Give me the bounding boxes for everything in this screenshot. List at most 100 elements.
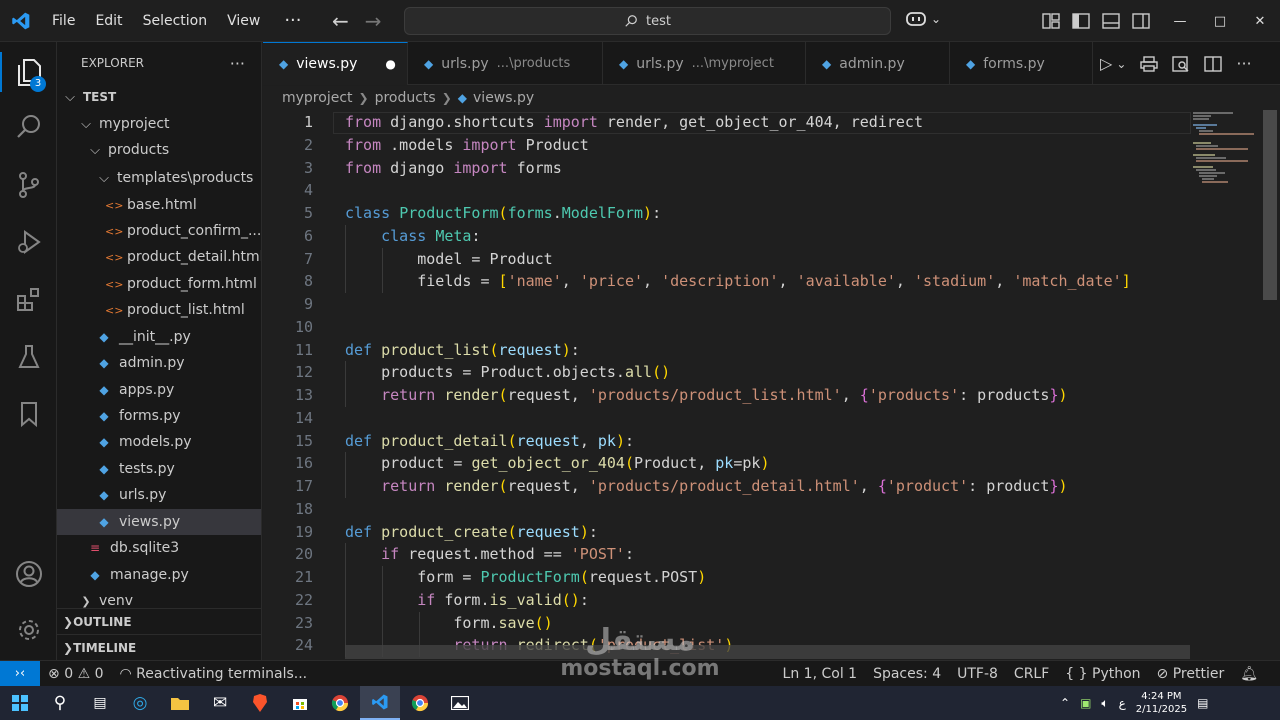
settings-gear-icon[interactable] [0,606,57,654]
tray-chevron-up-icon[interactable]: ⌃ [1060,696,1070,710]
file-explorer-icon[interactable] [160,686,200,720]
windows-start-icon[interactable] [0,686,40,720]
tree-item[interactable]: <> product_detail.html [57,244,261,270]
end-of-line[interactable]: CRLF [1006,666,1057,682]
tree-item[interactable]: ⌵ TEST [57,84,261,110]
tab-forms-py[interactable]: ◆ forms.py [950,42,1093,85]
unsaved-dot-icon[interactable]: ● [385,57,395,71]
code-line[interactable]: 23 form.save() [263,612,1193,635]
code-line[interactable]: 15 def product_detail(request, pk): [263,430,1193,453]
photos-icon[interactable] [440,686,480,720]
account-icon[interactable] [0,550,57,598]
tree-item[interactable]: ◆ urls.py [57,482,261,508]
search-icon[interactable] [0,103,57,151]
tree-item[interactable]: ◆ __init__.py [57,324,261,350]
close-icon[interactable]: ✕ [1240,14,1280,29]
code-line[interactable]: 7 model = Product [263,248,1193,271]
bookmarks-icon[interactable] [0,390,57,438]
chrome-icon[interactable] [320,686,360,720]
code-line[interactable]: 22 if form.is_valid(): [263,589,1193,612]
code-line[interactable]: 11 def product_list(request): [263,339,1193,362]
split-editor-icon[interactable] [1204,55,1223,72]
tree-item[interactable]: ⌵ templates\products [57,165,261,191]
tab-views-py[interactable]: ◆ views.py ● [263,42,408,85]
code-line[interactable]: 6 class Meta: [263,225,1193,248]
network-icon[interactable]: ▣ [1080,696,1091,710]
menu-selection[interactable]: Selection [133,0,218,42]
code-line[interactable]: 20 if request.method == 'POST': [263,543,1193,566]
maximize-icon[interactable]: □ [1200,14,1240,29]
code-line[interactable]: 19 def product_create(request): [263,521,1193,544]
code-line[interactable]: 9 [263,293,1193,316]
tree-item[interactable]: ◆ views.py [57,509,261,535]
code-line[interactable]: 10 [263,316,1193,339]
code-line[interactable]: 12 products = Product.objects.all() [263,361,1193,384]
tree-item[interactable]: <> product_form.html [57,271,261,297]
testing-flask-icon[interactable] [0,333,57,381]
explorer-more-button[interactable]: ··· [230,54,245,73]
vscode-taskbar-icon[interactable] [360,686,400,720]
code-line[interactable]: 14 [263,407,1193,430]
run-python-file-icon[interactable]: ▷ [1100,54,1112,73]
remote-indicator-icon[interactable]: ›‹ [0,660,40,687]
explorer-icon[interactable]: 3 [0,48,57,96]
menu-file[interactable]: File [42,0,85,42]
minimize-icon[interactable]: — [1160,14,1200,29]
minimap[interactable] [1191,110,1261,190]
menu-view[interactable]: View [217,0,270,42]
customize-layout-icon[interactable] [1042,13,1060,29]
tree-item[interactable]: <> product_confirm_... [57,218,261,244]
code-line[interactable]: 1 from django.shortcuts import render, ge… [263,111,1193,134]
code-line[interactable]: 13 return render(request, 'products/prod… [263,384,1193,407]
tree-item[interactable]: ⌵ products [57,137,261,163]
problems-indicator[interactable]: ⊗ 0 ⚠ 0 [40,666,112,682]
source-control-icon[interactable] [0,161,57,209]
notifications-bell-icon[interactable]: 🔔︎ [1232,666,1266,682]
breadcrumb-item[interactable]: myproject [282,90,353,106]
more-actions-icon[interactable]: ··· [1236,54,1251,73]
prettier-status[interactable]: ⊘ Prettier [1149,666,1233,682]
copilot-button[interactable]: ⌄ [905,10,941,28]
task-view-icon[interactable]: ▤ [80,686,120,720]
encoding[interactable]: UTF-8 [949,666,1006,682]
code-line[interactable]: 16 product = get_object_or_404(Product, … [263,452,1193,475]
tree-item[interactable]: ⌵ myproject [57,111,261,137]
volume-icon[interactable]: 🔈︎ [1101,696,1108,711]
activity-status[interactable]: ◠ Reactivating terminals... [112,666,316,682]
forward-arrow-icon[interactable]: → [365,9,382,33]
input-language[interactable]: ع [1119,696,1126,710]
horizontal-scrollbar[interactable] [345,645,1190,659]
breadcrumb-item[interactable]: views.py [473,90,534,106]
code-line[interactable]: 17 return render(request, 'products/prod… [263,475,1193,498]
print-icon[interactable] [1140,55,1159,72]
extensions-icon[interactable] [0,276,57,324]
cursor-position[interactable]: Ln 1, Col 1 [775,666,866,682]
open-preview-icon[interactable] [1172,55,1190,72]
code-line[interactable]: 8 fields = ['name', 'price', 'descriptio… [263,270,1193,293]
mail-icon[interactable]: ✉ [200,686,240,720]
tab-admin-py[interactable]: ◆ admin.py [806,42,950,85]
timeline-section[interactable]: ❯ TIMELINE [57,634,261,660]
code-editor[interactable]: 1 from django.shortcuts import render, ge… [263,110,1280,660]
breadcrumb-item[interactable]: products [375,90,436,106]
tree-item[interactable]: ◆ models.py [57,429,261,455]
tab-urls-py-products[interactable]: ◆ urls.py ...\products [408,42,603,85]
toggle-secondary-sidebar-icon[interactable] [1132,13,1150,29]
chrome-profile-icon[interactable] [400,686,440,720]
tree-item[interactable]: ◆ manage.py [57,562,261,588]
edge-browser-icon[interactable]: ◎ [120,686,160,720]
tree-item[interactable]: ≡ db.sqlite3 [57,535,261,561]
outline-section[interactable]: ❯ OUTLINE [57,608,261,634]
toggle-panel-icon[interactable] [1102,13,1120,29]
code-line[interactable]: 21 form = ProductForm(request.POST) [263,566,1193,589]
tree-item[interactable]: ◆ admin.py [57,350,261,376]
chevron-down-icon[interactable]: ⌄ [1116,57,1126,71]
code-line[interactable]: 3 from django import forms [263,157,1193,180]
notification-center-icon[interactable]: ▤ [1197,696,1208,710]
code-line[interactable]: 4 [263,179,1193,202]
language-mode[interactable]: { } Python [1057,666,1148,682]
code-line[interactable]: 5 class ProductForm(forms.ModelForm): [263,202,1193,225]
tree-item[interactable]: <> base.html [57,192,261,218]
taskbar-search-icon[interactable]: ⚲ [40,686,80,720]
vertical-scrollbar[interactable] [1263,110,1277,300]
